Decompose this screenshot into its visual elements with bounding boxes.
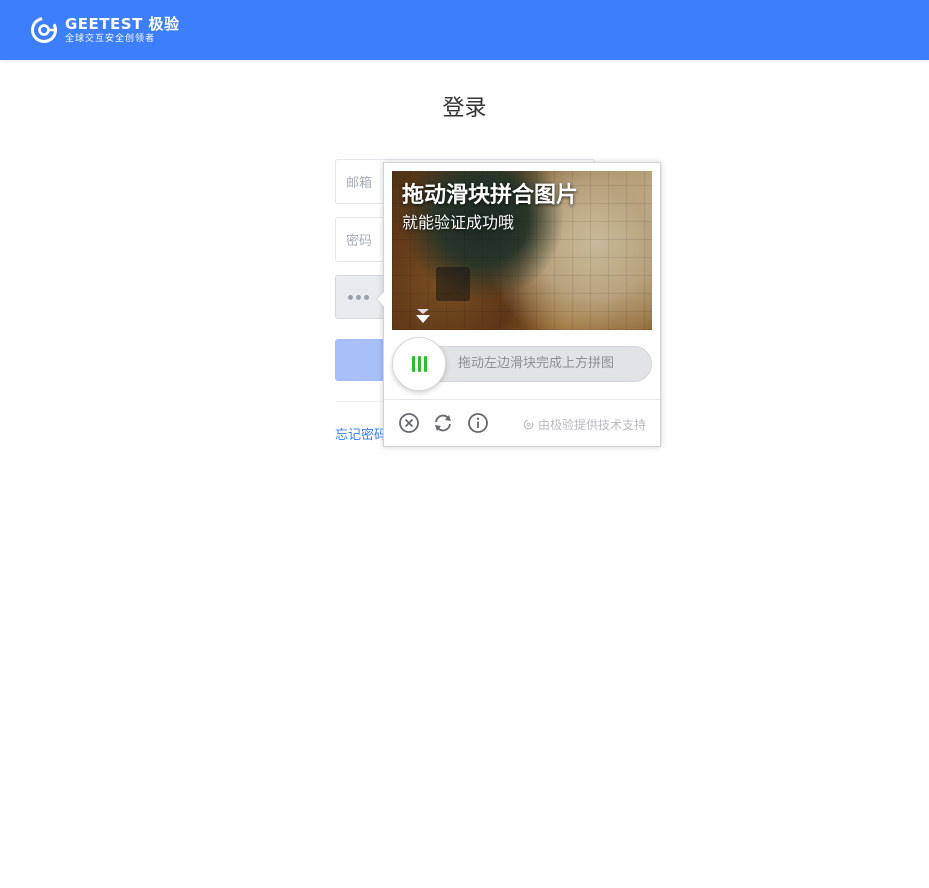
brand-tagline: 全球交互安全创领者	[65, 33, 156, 44]
captcha-footer: 由极验提供技术支持	[384, 399, 660, 446]
powered-by-text: 由极验提供技术支持	[537, 418, 646, 432]
geetest-small-icon	[523, 419, 534, 430]
forgot-password-link[interactable]: 忘记密码	[335, 424, 387, 443]
captcha-popup: 拖动滑块拼合图片 就能验证成功哦 拖动左边滑块完成上方拼图 由极验提供技术支持	[376, 162, 661, 447]
info-icon[interactable]	[467, 412, 489, 434]
popup-pointer	[376, 291, 384, 307]
grip-icon	[411, 356, 427, 372]
loading-dot	[364, 294, 369, 300]
loading-dot	[356, 294, 361, 300]
geetest-logo[interactable]: GEETEST 极验 全球交互安全创领者	[29, 14, 180, 46]
loading-dot	[348, 294, 353, 300]
geetest-logo-icon	[31, 17, 57, 43]
puzzle-image: 拖动滑块拼合图片 就能验证成功哦	[392, 171, 652, 330]
slider-handle[interactable]	[392, 337, 446, 391]
powered-by-link[interactable]: 由极验提供技术支持	[523, 416, 646, 433]
email-placeholder: 邮箱	[346, 176, 373, 191]
captcha-tip-title: 拖动滑块拼合图片	[402, 183, 579, 208]
brand-name: GEETEST 极验	[65, 14, 180, 33]
password-placeholder: 密码	[346, 234, 373, 249]
slider-hint: 拖动左边滑块完成上方拼图	[458, 356, 615, 371]
page-title: 登录	[442, 96, 487, 121]
close-circle-icon[interactable]	[398, 412, 420, 434]
top-header: GEETEST 极验 全球交互安全创领者	[0, 0, 929, 60]
refresh-icon[interactable]	[432, 412, 454, 434]
puzzle-slot	[436, 267, 470, 301]
expand-down-icon[interactable]	[414, 307, 432, 325]
captcha-tip-subtitle: 就能验证成功哦	[402, 213, 515, 232]
